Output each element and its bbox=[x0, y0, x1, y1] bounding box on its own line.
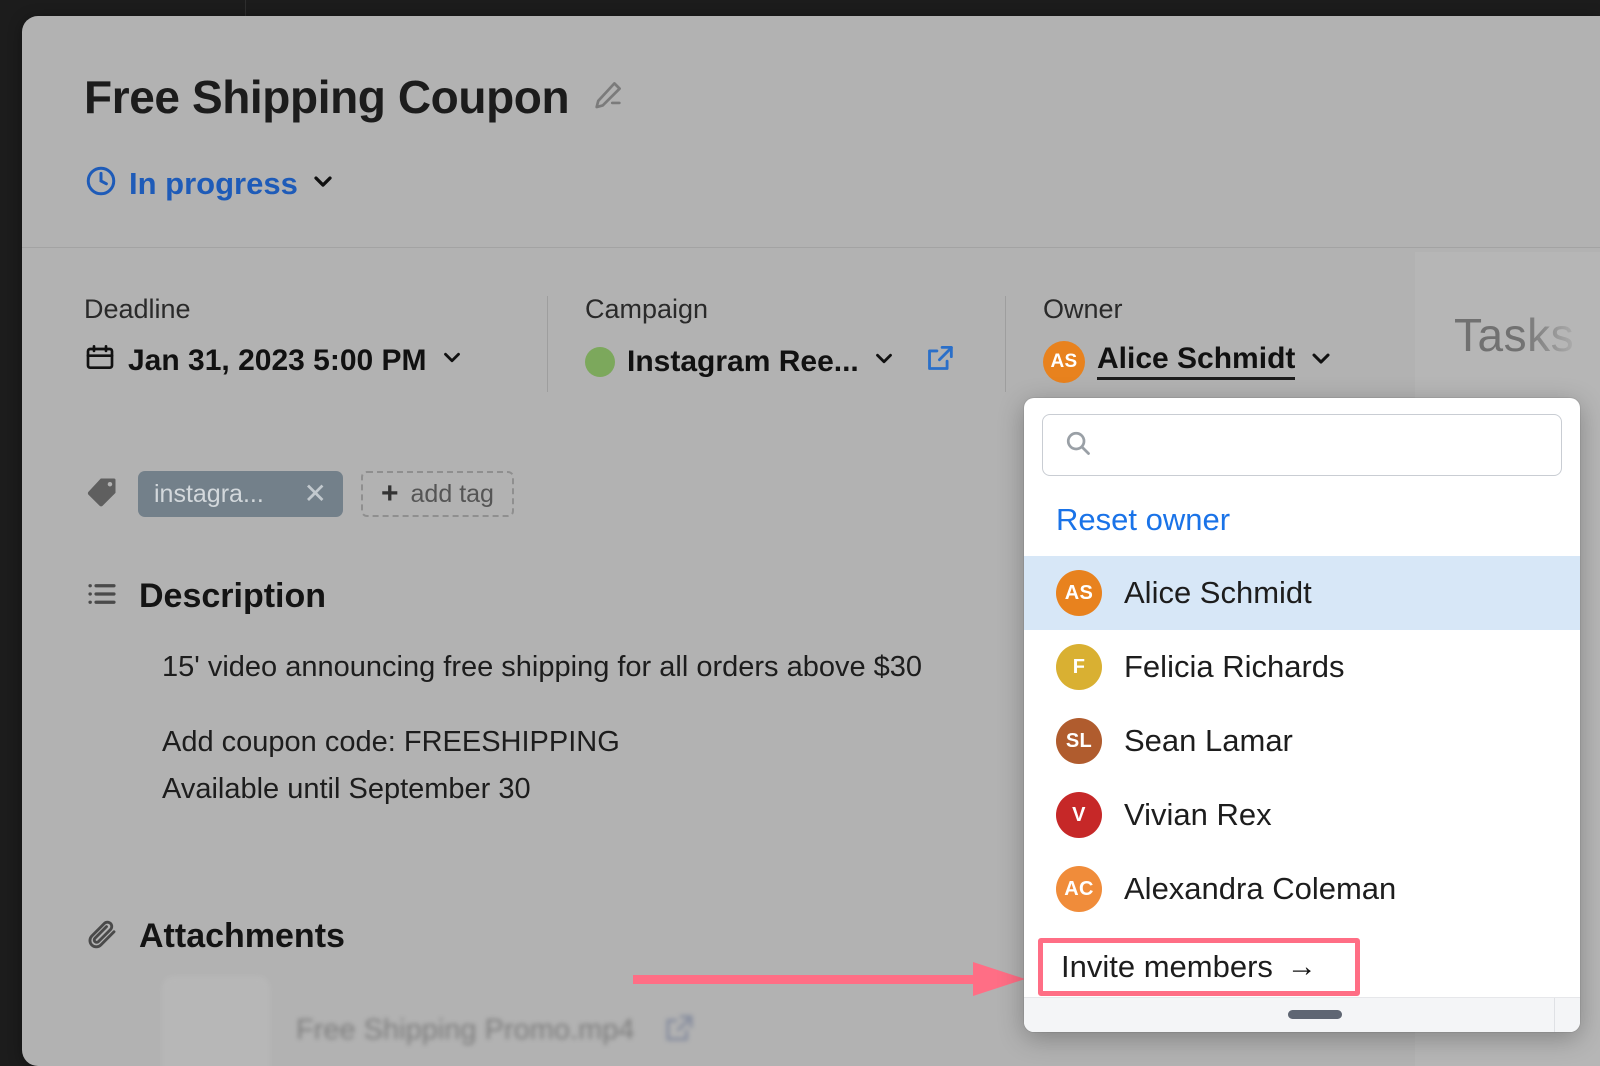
invite-members-button[interactable]: Invite members → bbox=[1038, 938, 1360, 996]
deadline-value[interactable]: Jan 31, 2023 5:00 PM bbox=[84, 341, 519, 381]
status-label: In progress bbox=[129, 165, 298, 201]
chevron-down-icon bbox=[439, 344, 465, 378]
attachment-filename: Free Shipping Promo.mp4 bbox=[296, 1013, 635, 1046]
meta-owner: Owner AS Alice Schmidt bbox=[1005, 294, 1445, 392]
avatar: SL bbox=[1056, 718, 1102, 764]
search-box[interactable] bbox=[1042, 414, 1562, 476]
campaign-color-dot bbox=[585, 347, 615, 377]
dropdown-footer bbox=[1024, 997, 1580, 1032]
tag-chip-label: instagra... bbox=[154, 479, 264, 508]
meta-campaign: Campaign Instagram Ree... bbox=[547, 294, 1005, 392]
modal-header: Free Shipping Coupon In progress bbox=[22, 16, 1600, 248]
side-panel-title: Tasks bbox=[1454, 309, 1575, 361]
avatar-initials: V bbox=[1072, 803, 1086, 826]
external-link-icon[interactable] bbox=[661, 1010, 697, 1051]
plus-icon: + bbox=[381, 477, 399, 510]
member-item-alexandra-coleman[interactable]: AC Alexandra Coleman bbox=[1024, 852, 1580, 926]
avatar-initials: AS bbox=[1050, 351, 1078, 372]
campaign-text: Instagram Ree... bbox=[627, 345, 859, 378]
add-tag-button[interactable]: + add tag bbox=[361, 471, 514, 517]
deadline-text: Jan 31, 2023 5:00 PM bbox=[128, 344, 427, 377]
member-name: Alice Schmidt bbox=[1124, 575, 1312, 610]
owner-dropdown: Reset owner AS Alice Schmidt F Felicia R… bbox=[1024, 398, 1580, 1032]
list-icon bbox=[84, 576, 120, 617]
add-tag-label: add tag bbox=[410, 479, 494, 508]
chevron-down-icon bbox=[1307, 344, 1335, 380]
avatar-initials: AS bbox=[1064, 581, 1094, 604]
avatar: AS bbox=[1056, 570, 1102, 616]
page-title: Free Shipping Coupon bbox=[84, 71, 570, 123]
avatar-initials: F bbox=[1072, 655, 1086, 678]
external-link-icon[interactable] bbox=[923, 341, 957, 383]
tag-row: instagra... ✕ + add tag bbox=[84, 471, 514, 517]
deadline-label: Deadline bbox=[84, 294, 191, 324]
member-name: Felicia Richards bbox=[1124, 649, 1345, 684]
footer-divider bbox=[1554, 998, 1555, 1032]
pencil-icon[interactable] bbox=[591, 78, 625, 117]
avatar: AS bbox=[1043, 341, 1085, 383]
attachment-thumbnail bbox=[162, 976, 270, 1066]
attachments-header: Attachments bbox=[84, 916, 345, 957]
invite-members-label: Invite members bbox=[1061, 949, 1273, 984]
calendar-icon bbox=[84, 341, 116, 381]
close-icon[interactable]: ✕ bbox=[304, 480, 327, 508]
meta-deadline: Deadline Jan 31, 2023 5:00 PM bbox=[22, 294, 547, 381]
description-line: Add coupon code: FREESHIPPING bbox=[162, 725, 620, 758]
member-item-sean-lamar[interactable]: SL Sean Lamar bbox=[1024, 704, 1580, 778]
screen-root: Tasks Free Shipping Coupon In progress D… bbox=[0, 0, 1600, 1066]
avatar-initials: AC bbox=[1064, 877, 1094, 900]
member-name: Alexandra Coleman bbox=[1124, 871, 1397, 906]
member-item-alice-schmidt[interactable]: AS Alice Schmidt bbox=[1024, 556, 1580, 630]
avatar-initials: SL bbox=[1065, 729, 1093, 752]
dropdown-search-wrapper bbox=[1024, 398, 1580, 488]
title-row: Free Shipping Coupon bbox=[84, 70, 625, 124]
arrow-right-icon: → bbox=[1286, 950, 1317, 983]
attachments-title: Attachments bbox=[139, 917, 345, 955]
member-item-felicia-richards[interactable]: F Felicia Richards bbox=[1024, 630, 1580, 704]
description-title: Description bbox=[139, 577, 327, 615]
chevron-down-icon bbox=[309, 167, 337, 200]
avatar: F bbox=[1056, 644, 1102, 690]
tag-icon bbox=[84, 474, 120, 515]
campaign-value[interactable]: Instagram Ree... bbox=[585, 341, 977, 383]
attachment-item[interactable]: Free Shipping Promo.mp4 bbox=[162, 976, 697, 1066]
member-name: Vivian Rex bbox=[1124, 797, 1272, 832]
reset-owner-button[interactable]: Reset owner bbox=[1024, 488, 1580, 556]
clock-icon bbox=[84, 164, 118, 203]
avatar: V bbox=[1056, 792, 1102, 838]
member-name: Sean Lamar bbox=[1124, 723, 1293, 758]
owner-label: Owner bbox=[1043, 294, 1123, 324]
search-icon bbox=[1063, 428, 1093, 463]
owner-name-text: Alice Schmidt bbox=[1097, 344, 1296, 380]
search-input[interactable] bbox=[1107, 428, 1541, 462]
chevron-down-icon bbox=[871, 345, 897, 379]
paperclip-icon bbox=[84, 916, 120, 957]
meta-row: Deadline Jan 31, 2023 5:00 PM Campaign I… bbox=[22, 294, 1445, 392]
description-line: Available until September 30 bbox=[162, 772, 531, 805]
scrollbar-handle[interactable] bbox=[1288, 1010, 1342, 1019]
member-list: AS Alice Schmidt F Felicia Richards SL S… bbox=[1024, 556, 1580, 926]
avatar: AC bbox=[1056, 866, 1102, 912]
description-line: 15' video announcing free shipping for a… bbox=[162, 651, 923, 683]
description-header: Description bbox=[84, 576, 326, 617]
member-item-vivian-rex[interactable]: V Vivian Rex bbox=[1024, 778, 1580, 852]
description-body: 15' video announcing free shipping for a… bbox=[162, 644, 922, 813]
owner-value[interactable]: AS Alice Schmidt bbox=[1043, 341, 1417, 383]
campaign-label: Campaign bbox=[585, 294, 709, 324]
tag-chip-instagram[interactable]: instagra... ✕ bbox=[138, 471, 343, 517]
status-selector[interactable]: In progress bbox=[84, 164, 337, 203]
